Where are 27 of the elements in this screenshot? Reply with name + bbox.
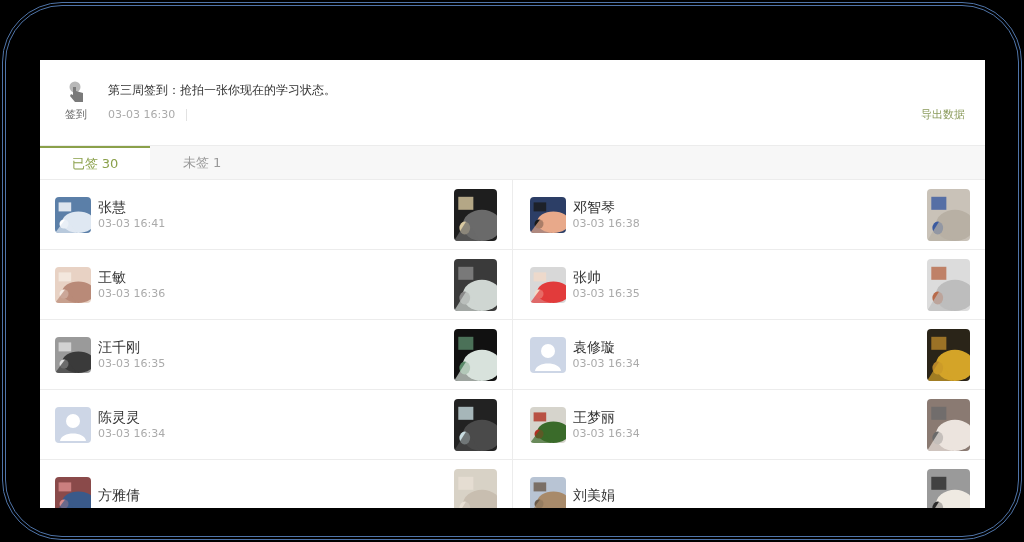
- activity-type-label: 签到: [65, 106, 87, 123]
- export-data-link[interactable]: 导出数据: [921, 106, 965, 123]
- tab[interactable]: 已签 30: [40, 146, 150, 179]
- activity-time: 03-03 16:30: [108, 106, 176, 123]
- student-name: 方雅倩: [98, 485, 141, 504]
- sign-in-time: 03-03 16:34: [572, 425, 641, 442]
- tab[interactable]: 未签 1: [150, 146, 254, 179]
- sign-in-time: 03-03 16:34: [572, 355, 641, 372]
- sign-in-time: 03-03 16:36: [98, 285, 167, 302]
- sign-in-time: 03-03 16:35: [572, 285, 641, 302]
- sign-in-time: 03-03 16:41: [98, 215, 167, 232]
- activity-title: 第三周签到：抢拍一张你现在的学习状态。: [108, 81, 337, 99]
- student-name: 刘美娟: [572, 485, 616, 504]
- student-name: 王敏: [98, 267, 127, 286]
- default-avatar-icon: [55, 406, 91, 443]
- sign-in-time: 03-03 16:38: [572, 215, 641, 232]
- student-name: 邓智琴: [572, 197, 616, 216]
- default-avatar-icon: [529, 336, 566, 373]
- student-name: 王梦丽: [572, 407, 616, 426]
- student-name: 汪千刚: [98, 337, 141, 356]
- sign-in-time: 03-03 16:35: [98, 355, 167, 372]
- student-name: 张慧: [98, 197, 127, 216]
- student-name: 袁修璇: [572, 337, 616, 356]
- student-name: 张帅: [572, 267, 602, 286]
- sign-in-time: 03-03 16:34: [98, 425, 167, 442]
- student-name: 陈灵灵: [98, 407, 141, 426]
- hand-tap-icon: [67, 80, 85, 103]
